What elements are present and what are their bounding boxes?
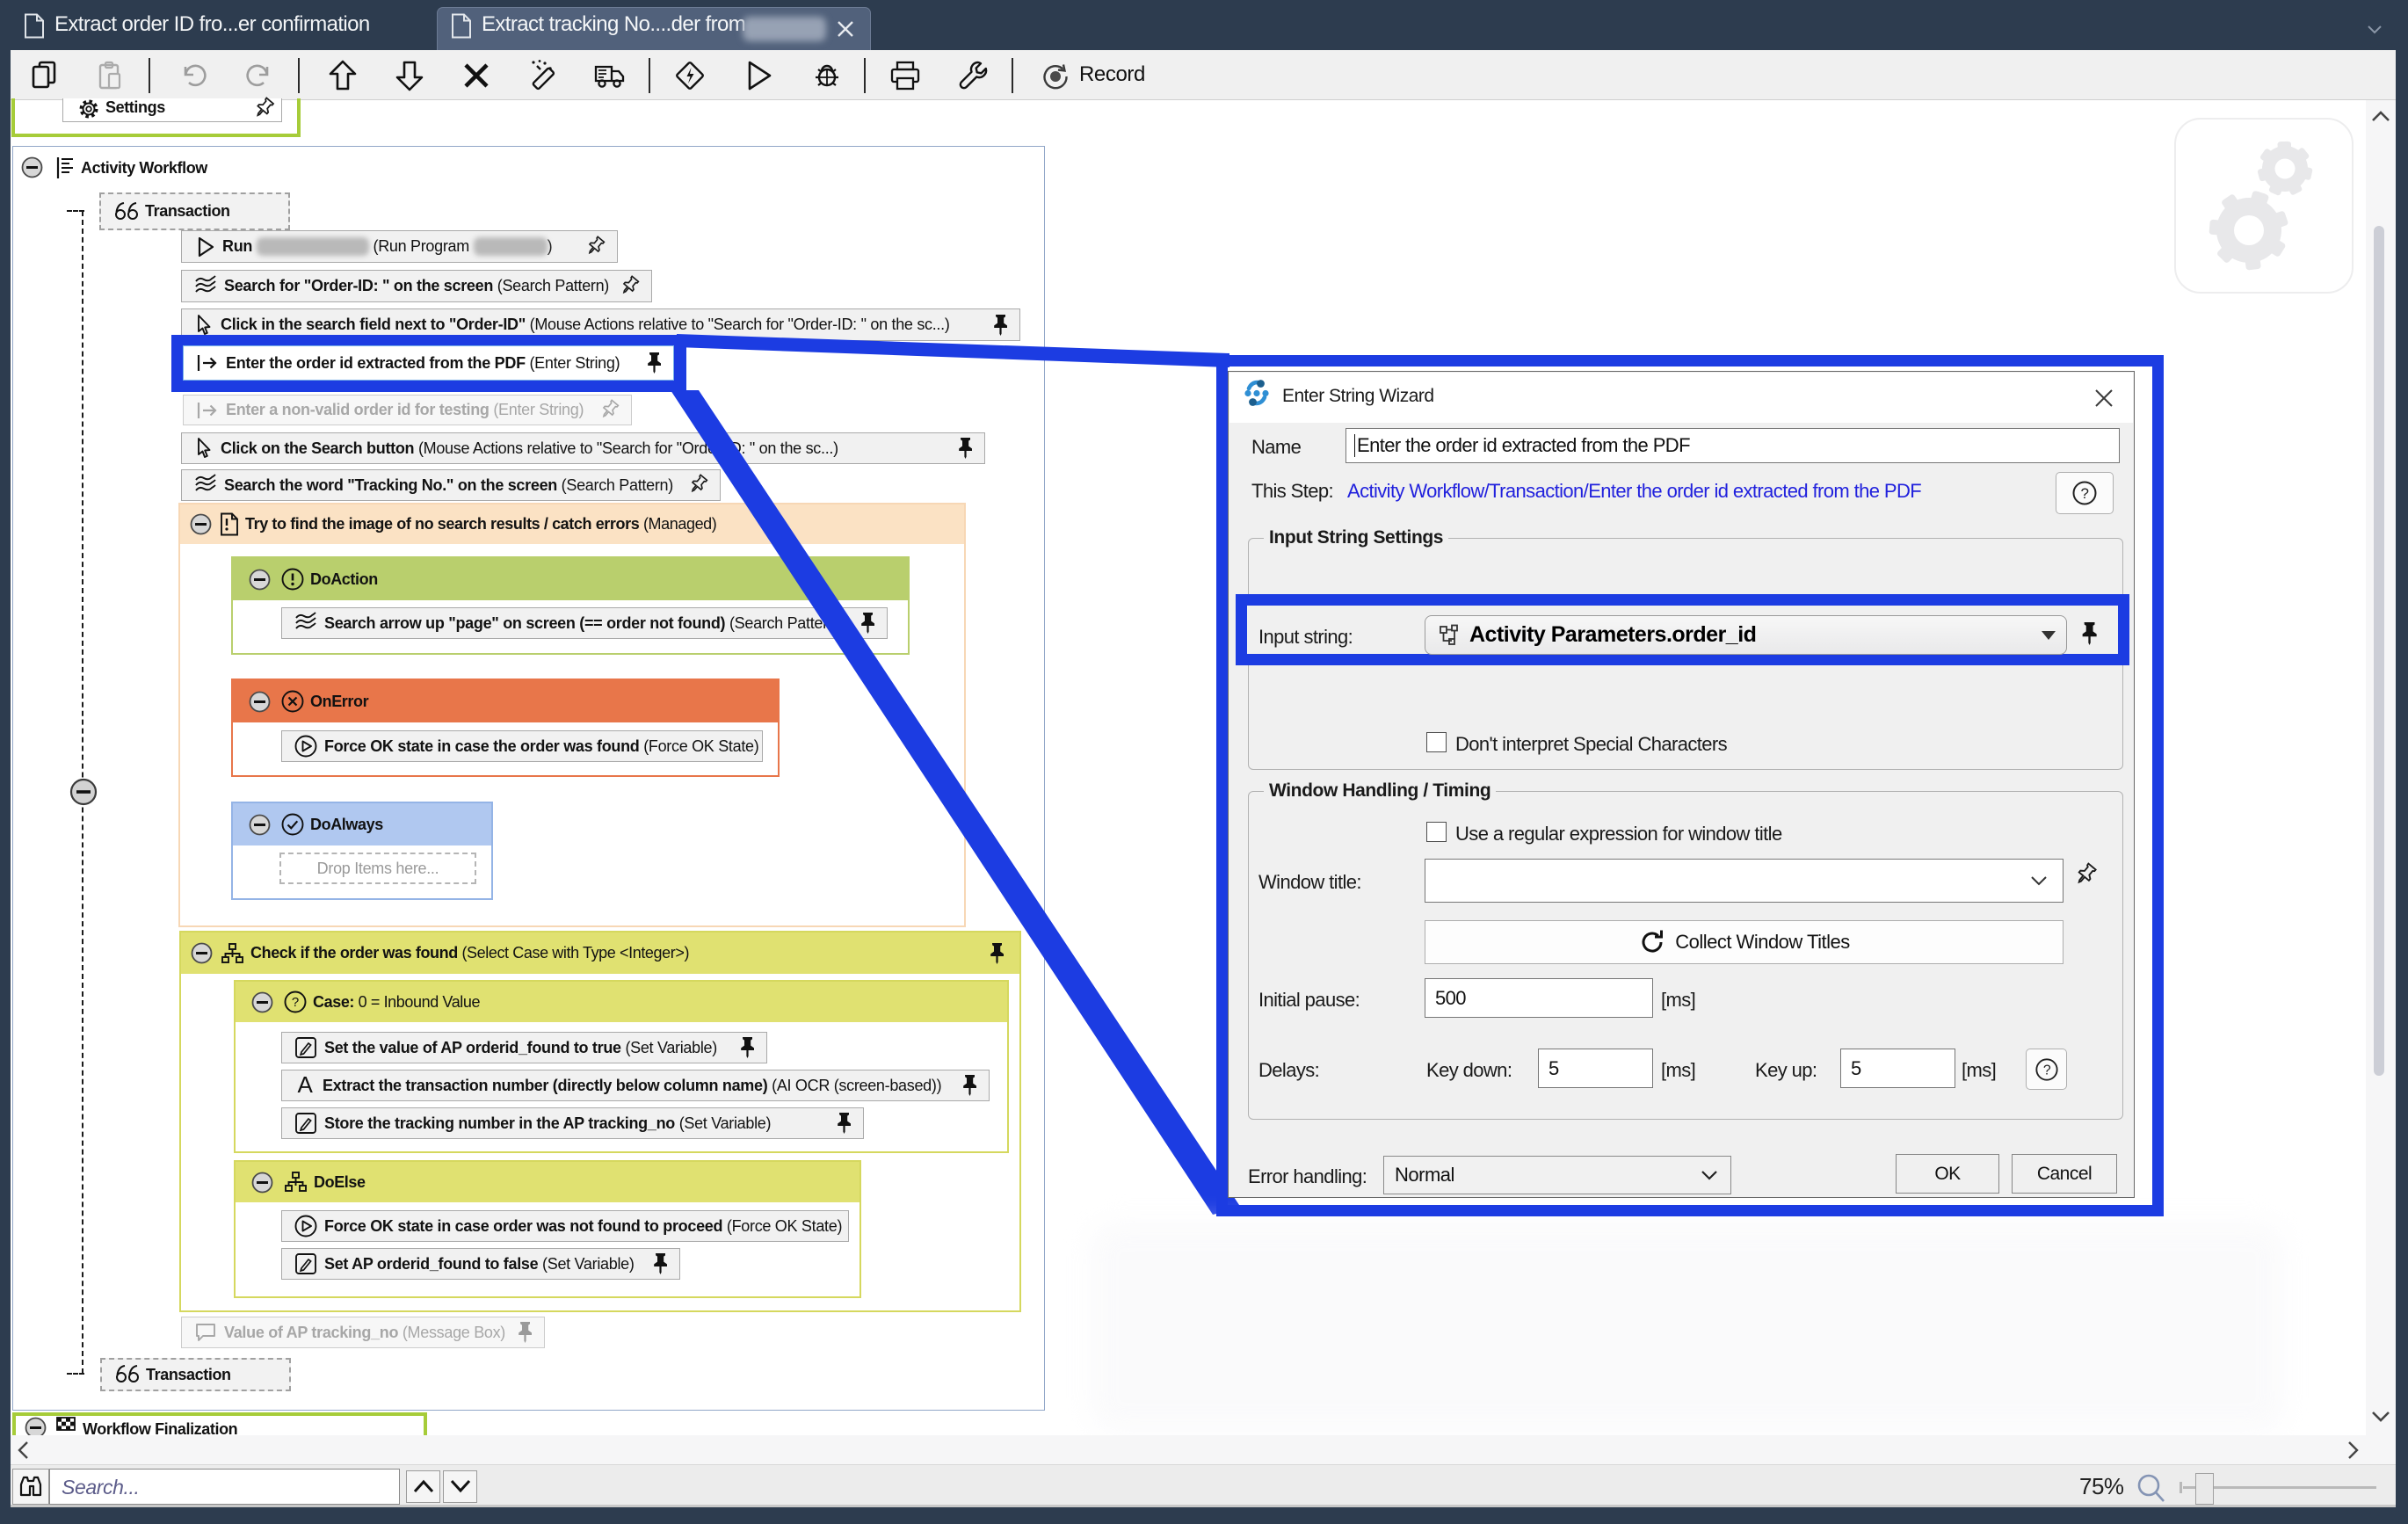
svg-text:A: A [297,1074,313,1097]
svg-text:?: ? [2081,485,2089,502]
svg-text:?: ? [2042,1063,2050,1078]
svg-text:?: ? [292,995,299,1010]
